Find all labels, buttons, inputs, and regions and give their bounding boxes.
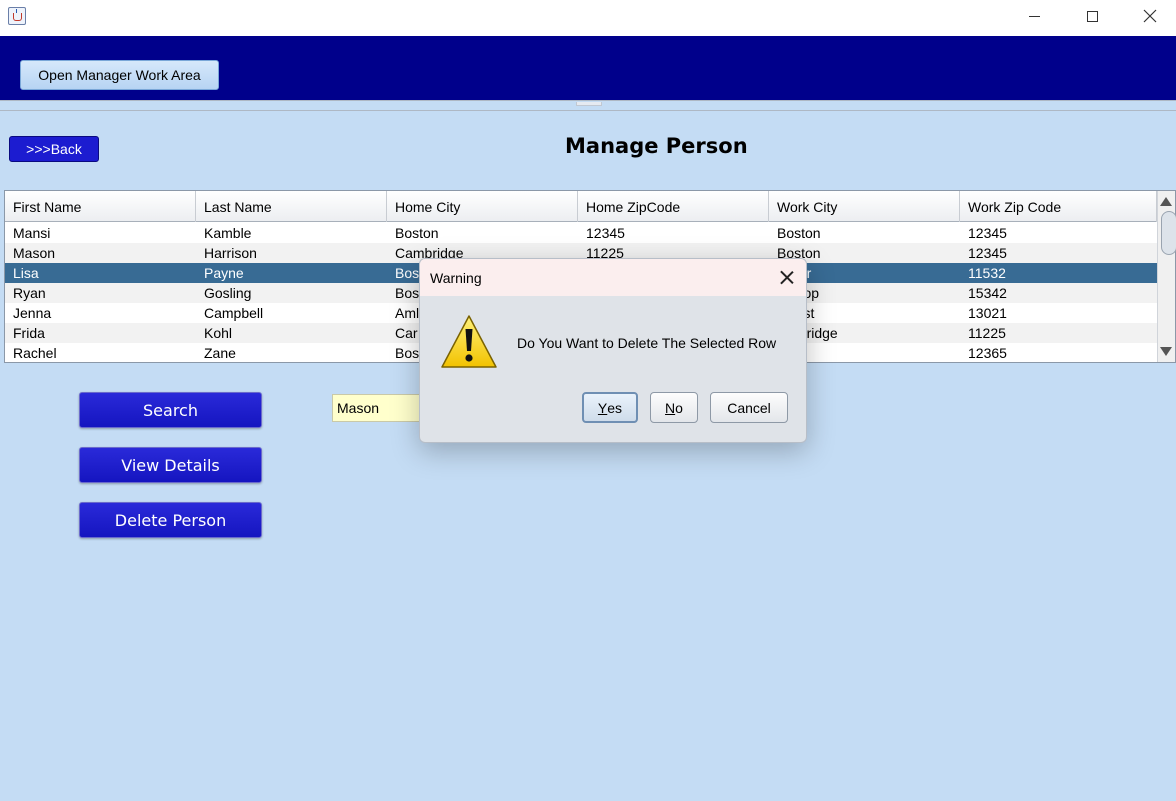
table-cell: Mansi <box>13 225 51 241</box>
dialog-close-icon[interactable] <box>776 267 798 289</box>
close-icon <box>1143 9 1157 23</box>
table-cell: Zane <box>204 345 236 361</box>
table-cell: Ryan <box>13 285 46 301</box>
table-cell: Rachel <box>13 345 57 361</box>
yes-mnemonic: Y <box>597 399 608 416</box>
column-header-work-zip-code[interactable]: Work Zip Code <box>960 191 1157 222</box>
view-details-button[interactable]: View Details <box>79 447 262 483</box>
no-button[interactable]: No <box>650 392 698 423</box>
maximize-button[interactable] <box>1063 0 1121 32</box>
table-row[interactable]: Mansi Kamble Boston 12345 Boston 12345 <box>5 223 1157 243</box>
column-header-last-name[interactable]: Last Name <box>196 191 387 222</box>
column-header-home-city[interactable]: Home City <box>387 191 578 222</box>
table-cell: 11532 <box>968 265 1006 281</box>
table-cell: Mason <box>13 245 56 261</box>
table-cell: Campbell <box>204 305 264 321</box>
table-cell: Frida <box>13 325 45 341</box>
java-icon <box>8 7 26 25</box>
scroll-down-arrow-icon[interactable] <box>1160 347 1172 356</box>
table-vertical-scrollbar[interactable] <box>1157 191 1176 362</box>
warning-dialog: Warning Do You Want to Delete The Select… <box>419 258 807 443</box>
table-cell: Jenna <box>13 305 52 321</box>
table-cell: Boston <box>395 225 439 241</box>
page-title: Manage Person <box>565 134 748 158</box>
table-cell: 12345 <box>968 225 1007 241</box>
table-cell: Kohl <box>204 325 233 341</box>
table-cell: Payne <box>204 265 244 281</box>
no-label: o <box>675 399 683 416</box>
dialog-message: Do You Want to Delete The Selected Row <box>517 335 777 351</box>
table-cell: 12345 <box>968 245 1007 261</box>
close-window-button[interactable] <box>1121 0 1176 32</box>
column-header-work-city[interactable]: Work City <box>769 191 960 222</box>
table-cell: Boston <box>777 225 821 241</box>
divider-grip[interactable] <box>576 102 602 106</box>
cancel-button[interactable]: Cancel <box>710 392 788 423</box>
yes-label: es <box>607 399 623 416</box>
split-pane-divider[interactable] <box>0 100 1176 111</box>
table-cell: 12365 <box>968 345 1007 361</box>
table-cell: Kamble <box>204 225 252 241</box>
table-cell: 11225 <box>968 325 1006 341</box>
table-cell: Harrison <box>204 245 257 261</box>
header-band: Open Manager Work Area <box>0 36 1176 100</box>
scroll-thumb[interactable] <box>1161 211 1176 255</box>
table-header: First Name Last Name Home City Home ZipC… <box>5 191 1157 222</box>
back-button[interactable]: >>>Back <box>9 136 99 162</box>
table-cell: Gosling <box>204 285 252 301</box>
delete-person-button[interactable]: Delete Person <box>79 502 262 538</box>
column-header-home-zipcode[interactable]: Home ZipCode <box>578 191 769 222</box>
table-cell: Lisa <box>13 265 39 281</box>
warning-icon <box>441 315 497 368</box>
search-button[interactable]: Search <box>79 392 262 428</box>
maximize-icon <box>1086 10 1098 22</box>
column-header-first-name[interactable]: First Name <box>5 191 196 222</box>
minimize-icon <box>1028 15 1040 17</box>
table-cell: 12345 <box>586 225 625 241</box>
no-mnemonic: N <box>665 399 676 416</box>
window-titlebar <box>0 0 1176 36</box>
scroll-up-arrow-icon[interactable] <box>1160 197 1172 206</box>
yes-button[interactable]: Yes <box>582 392 638 423</box>
dialog-title: Warning <box>430 270 482 286</box>
table-cell: 15342 <box>968 285 1007 301</box>
open-manager-work-area-button[interactable]: Open Manager Work Area <box>20 60 219 90</box>
table-cell: 13021 <box>968 305 1007 321</box>
search-input[interactable] <box>332 394 432 422</box>
dialog-titlebar: Warning <box>420 259 806 296</box>
minimize-button[interactable] <box>1005 0 1063 32</box>
